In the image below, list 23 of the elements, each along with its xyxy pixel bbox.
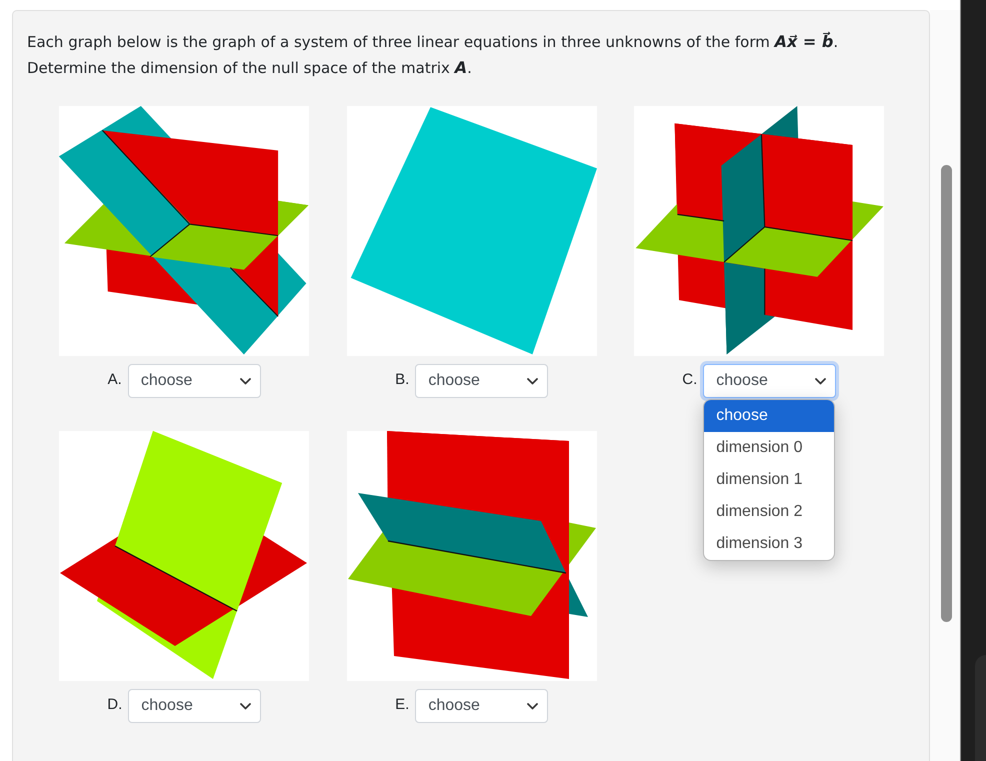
scrollbar-thumb[interactable] <box>940 165 952 622</box>
choice-label: C. <box>682 370 698 390</box>
dropdown-option[interactable]: dimension 0 <box>704 432 834 464</box>
chevron-down-icon <box>527 702 538 710</box>
dropdown-option[interactable]: dimension 3 <box>704 528 834 560</box>
instruction-text: Determine the dimension of the null space of the matrix A. <box>27 57 472 79</box>
choice-label: E. <box>395 695 410 715</box>
dropdown-select[interactable]: choose <box>128 364 261 398</box>
dropdown-option[interactable]: dimension 1 <box>704 464 834 496</box>
dropdown-option[interactable]: choose <box>704 400 834 432</box>
chevron-down-icon <box>240 378 251 384</box>
dropdown-select[interactable]: choose <box>128 689 262 723</box>
dropdown-select[interactable]: choose <box>703 364 836 398</box>
choice-label: A. <box>108 370 122 390</box>
chevron-down-icon <box>527 378 538 384</box>
choice-label: B. <box>395 370 410 390</box>
instruction-text: Each graph below is the graph of a system of three linear equations in three unknowns of the form Ax⃗ = b⃗. <box>27 30 838 53</box>
dropdown-select[interactable]: choose <box>415 364 548 398</box>
choice-label: D. <box>107 695 122 715</box>
chevron-down-icon <box>815 378 826 384</box>
chevron-down-icon <box>240 702 252 710</box>
dropdown-option[interactable]: dimension 2 <box>704 496 834 528</box>
dropdown-select[interactable]: choose <box>415 689 548 723</box>
